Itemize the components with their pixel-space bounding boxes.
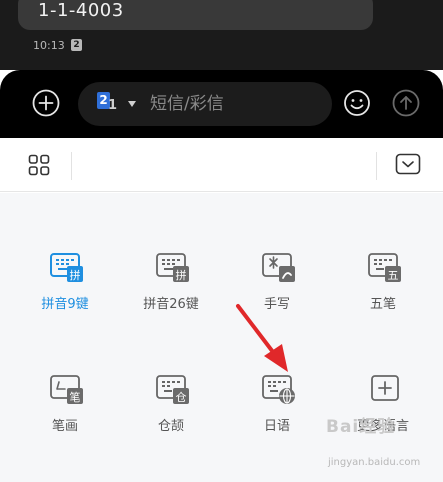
menu-grid-icon[interactable] <box>28 154 50 176</box>
pinyin-9-key-icon: 拼 <box>50 253 83 282</box>
collapse-keyboard-icon[interactable] <box>395 153 421 175</box>
icon-glyph: 拼 <box>176 268 187 282</box>
input-method-label: 仓颉 <box>157 419 184 434</box>
input-method-label: 更多语言 <box>356 419 409 434</box>
input-method-label: 日语 <box>263 419 290 434</box>
message-bubble[interactable]: 1-1-4003 <box>18 0 373 30</box>
wubi-icon: 五 <box>368 253 401 282</box>
message-input-container: 2 1 <box>78 82 332 126</box>
icon-glyph: 笔 <box>70 390 81 404</box>
conversation-area: 1-1-4003 10:13 2 <box>0 0 443 70</box>
input-method-more-languages[interactable]: 更多语言 <box>333 373 433 453</box>
input-method-label: 拼音26键 <box>143 297 199 312</box>
icon-glyph: 仓 <box>176 390 187 404</box>
input-method-wubi[interactable]: 五 五笔 <box>333 251 433 331</box>
message-timestamp: 10:13 <box>33 39 65 52</box>
input-method-stroke[interactable]: 笔 笔画 <box>15 373 115 453</box>
input-method-japanese[interactable]: 日语 <box>227 373 327 453</box>
send-icon[interactable] <box>392 89 420 117</box>
input-method-pinyin-26[interactable]: 拼 拼音26键 <box>121 251 221 331</box>
icon-glyph: 拼 <box>70 268 81 282</box>
pinyin-26-key-icon: 拼 <box>156 253 189 282</box>
input-method-cangjie[interactable]: 仓 仓颉 <box>121 373 221 453</box>
chevron-down-icon <box>128 101 136 107</box>
emoji-icon[interactable] <box>343 89 371 117</box>
toolbar-divider <box>71 152 72 180</box>
japanese-icon <box>262 375 295 404</box>
sim-selector[interactable]: 2 1 <box>95 92 139 116</box>
toolbar-divider <box>376 152 377 180</box>
sim-sub-number: 1 <box>108 98 118 113</box>
input-method-handwriting[interactable]: 手写 <box>227 251 327 331</box>
keyboard-toolbar <box>0 138 443 192</box>
input-method-label: 笔画 <box>51 419 78 434</box>
message-input-bar: 2 1 <box>0 70 443 138</box>
input-method-pinyin-9[interactable]: 拼 拼音9键 <box>15 251 115 331</box>
input-method-label: 拼音9键 <box>41 297 89 312</box>
sim-card-badge: 2 <box>71 39 82 51</box>
input-method-label: 手写 <box>263 297 290 312</box>
message-text: 1-1-4003 <box>38 0 124 21</box>
input-method-label: 五笔 <box>369 297 396 312</box>
message-input[interactable] <box>150 92 320 116</box>
input-method-panel: 拼 拼音9键 拼 拼音26键 手写 五 五笔 笔 笔画 仓 仓颉 日语 更多语言 <box>0 193 443 482</box>
handwriting-icon <box>262 253 295 282</box>
icon-glyph: 五 <box>388 269 399 282</box>
stroke-icon: 笔 <box>50 375 83 404</box>
add-attachment-icon[interactable] <box>32 89 60 117</box>
more-languages-icon <box>371 375 399 401</box>
cangjie-icon: 仓 <box>156 375 189 404</box>
